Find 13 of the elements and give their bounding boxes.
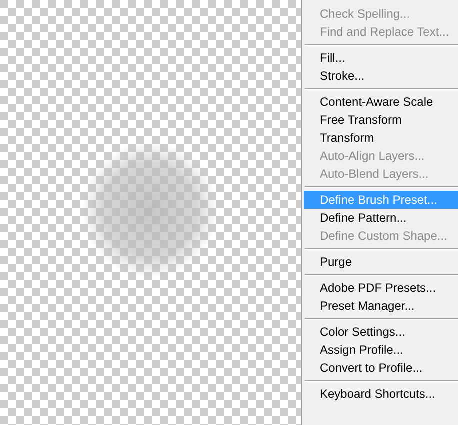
menu-item[interactable]: Preset Manager... [304, 297, 458, 315]
menu-item[interactable]: Purge [304, 253, 458, 271]
menu-item[interactable]: Define Pattern... [304, 209, 458, 227]
menu-item[interactable]: Color Settings... [304, 323, 458, 341]
menu-item[interactable]: Content-Aware Scale [304, 93, 458, 111]
menu-item[interactable]: Keyboard Shortcuts... [304, 385, 458, 403]
menu-item[interactable]: Transform [304, 129, 458, 147]
menu-item[interactable]: Free Transform [304, 111, 458, 129]
menu-item[interactable]: Assign Profile... [304, 341, 458, 359]
menu-item[interactable]: Stroke... [304, 67, 458, 85]
menu-item[interactable]: Convert to Profile... [304, 359, 458, 377]
menu-item[interactable]: Adobe PDF Presets... [304, 279, 458, 297]
menu-item[interactable]: Fill... [304, 49, 458, 67]
